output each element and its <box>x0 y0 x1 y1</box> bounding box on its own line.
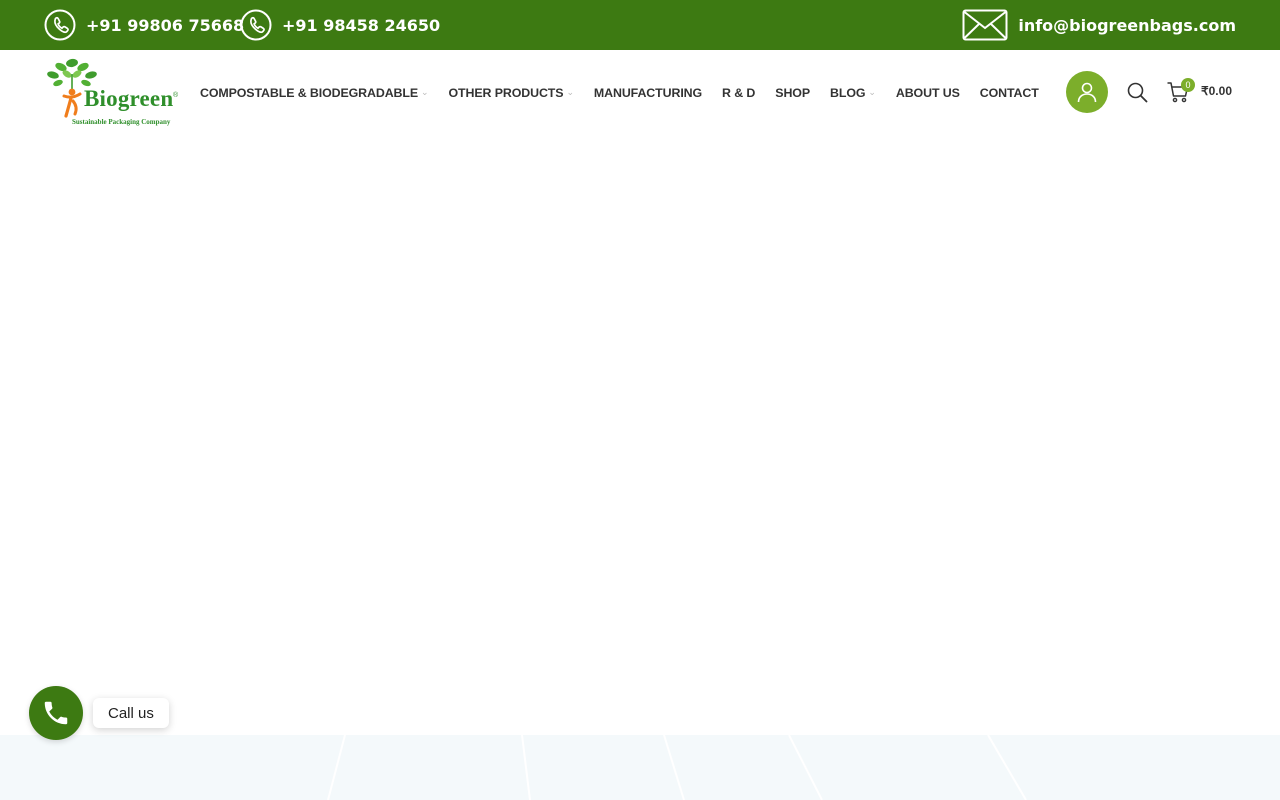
nav-item-contact[interactable]: CONTACT <box>980 86 1039 100</box>
nav-item-label: MANUFACTURING <box>593 85 703 100</box>
top-contact-bar: +91 99806 75668 +91 98458 24650 info@bio… <box>0 0 1280 50</box>
logo-tagline: Sustainable Packaging Company <box>72 118 171 126</box>
nav-item-manufacturing[interactable]: MANUFACTURING <box>594 86 702 100</box>
nav-item-blog[interactable]: BLOG ⌄ <box>830 86 876 100</box>
nav-item-compostable[interactable]: COMPOSTABLE & BIODEGRADABLE ⌄ <box>200 86 429 100</box>
footer-decoration <box>0 735 1280 800</box>
registered-mark: ® <box>173 92 179 99</box>
nav-item-label: ABOUT US <box>895 85 960 100</box>
footer-pattern <box>327 735 1027 800</box>
main-header: Biogreen ® Sustainable Packaging Company… <box>0 50 1280 135</box>
cart-count-badge: 0 <box>1181 78 1195 92</box>
nav-item-label: SHOP <box>775 85 810 100</box>
user-icon <box>1077 82 1097 103</box>
phone-link-1[interactable]: +91 99806 75668 <box>44 0 244 50</box>
nav-item-label: OTHER PRODUCTS <box>448 85 564 100</box>
main-nav: COMPOSTABLE & BIODEGRADABLE ⌄ OTHER PROD… <box>200 50 1059 135</box>
email-link[interactable]: info@biogreenbags.com <box>962 0 1236 50</box>
logo-name: Biogreen <box>84 86 174 111</box>
phone-icon <box>240 9 272 41</box>
call-us-label[interactable]: Call us <box>93 698 169 728</box>
nav-item-shop[interactable]: SHOP <box>775 86 810 100</box>
phone-icon <box>44 9 76 41</box>
phone-icon <box>44 701 68 725</box>
chevron-down-icon: ⌄ <box>421 87 429 97</box>
call-us-button[interactable] <box>29 686 83 740</box>
chevron-down-icon: ⌄ <box>566 87 574 97</box>
nav-item-label: BLOG <box>830 85 866 100</box>
nav-item-label: R & D <box>722 85 756 100</box>
search-icon[interactable] <box>1126 81 1148 103</box>
nav-item-label: CONTACT <box>979 85 1039 100</box>
phone-number-1[interactable]: +91 99806 75668 <box>86 16 244 35</box>
mail-icon <box>962 9 1008 41</box>
nav-item-other-products[interactable]: OTHER PRODUCTS ⌄ <box>448 85 575 100</box>
nav-item-label: COMPOSTABLE & BIODEGRADABLE <box>200 85 419 100</box>
nav-item-about-us[interactable]: ABOUT US <box>896 86 960 100</box>
site-logo[interactable]: Biogreen ® Sustainable Packaging Company <box>44 54 180 132</box>
chevron-down-icon: ⌄ <box>868 87 876 97</box>
nav-item-r-and-d[interactable]: R & D <box>722 86 755 100</box>
email-address[interactable]: info@biogreenbags.com <box>1018 16 1236 35</box>
account-button[interactable] <box>1066 71 1108 113</box>
cart-total[interactable]: ₹0.00 <box>1201 84 1232 98</box>
phone-number-2[interactable]: +91 98458 24650 <box>282 16 440 35</box>
phone-link-2[interactable]: +91 98458 24650 <box>240 0 440 50</box>
